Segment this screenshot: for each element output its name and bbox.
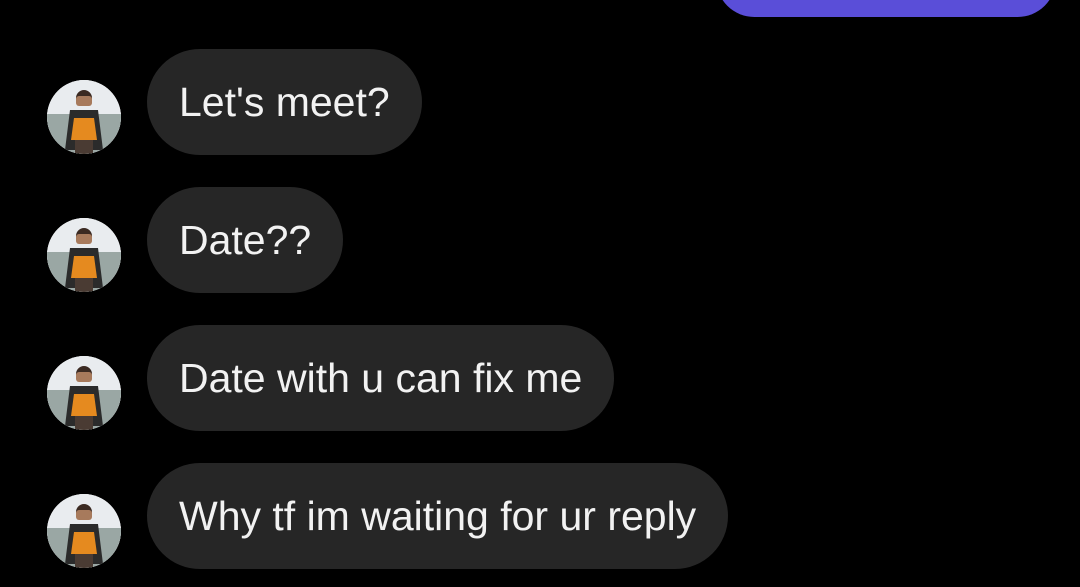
received-message-bubble[interactable]: Date?? (147, 187, 344, 293)
avatar[interactable] (47, 494, 121, 568)
avatar-photo (47, 80, 121, 154)
message-row: Date?? (0, 187, 1080, 293)
avatar-photo (47, 494, 121, 568)
chat-thread: Let's meet? Date?? Date with u can fix m… (0, 0, 1080, 587)
received-message-bubble[interactable]: Let's meet? (147, 49, 422, 155)
avatar-photo (47, 218, 121, 292)
received-message-bubble[interactable]: Why tf im waiting for ur reply (147, 463, 729, 569)
message-row: Let's meet? (0, 49, 1080, 155)
message-row: Date with u can fix me (0, 325, 1080, 431)
message-row: Why tf im waiting for ur reply (0, 463, 1080, 569)
avatar[interactable] (47, 80, 121, 154)
sent-message-bubble[interactable] (716, 0, 1056, 17)
avatar[interactable] (47, 356, 121, 430)
received-message-bubble[interactable]: Date with u can fix me (147, 325, 615, 431)
avatar-photo (47, 356, 121, 430)
avatar[interactable] (47, 218, 121, 292)
